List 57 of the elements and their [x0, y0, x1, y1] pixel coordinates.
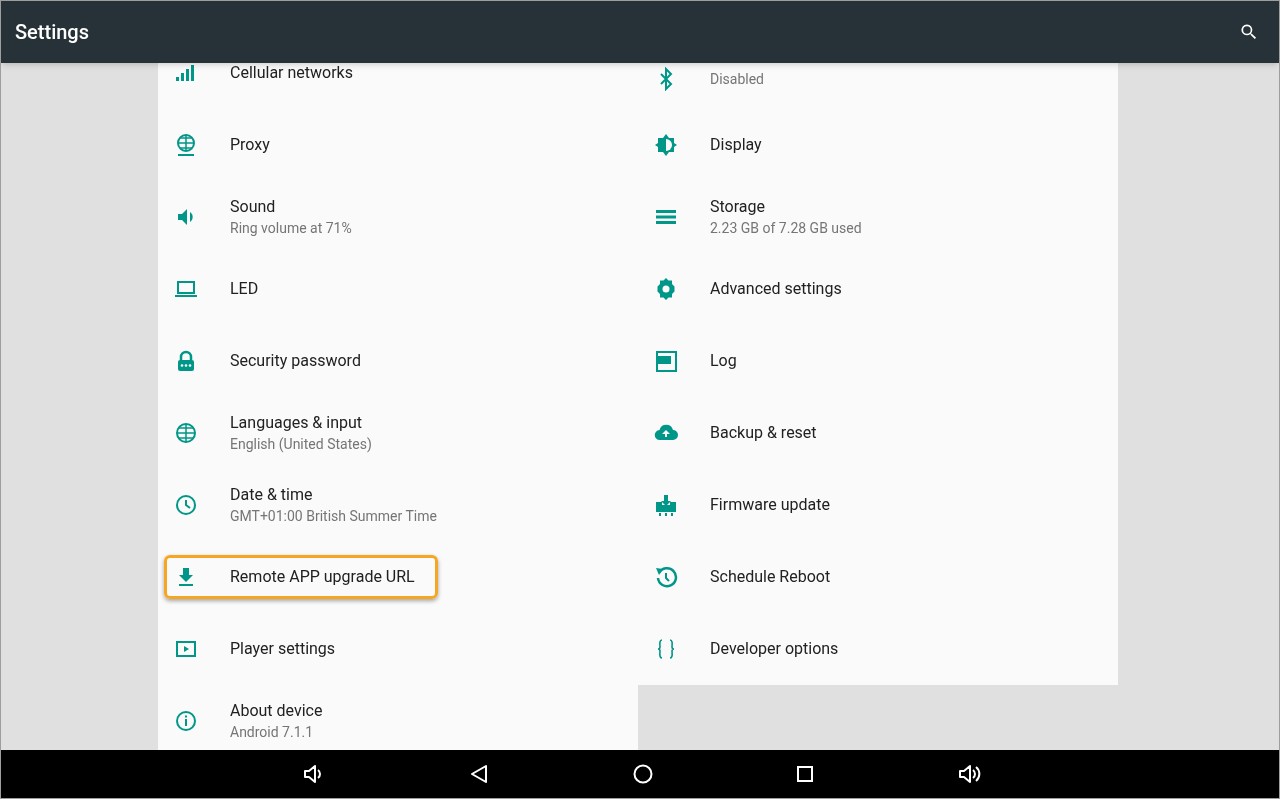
settings-item[interactable]: Schedule Reboot [638, 541, 1118, 613]
settings-item[interactable]: Log [638, 325, 1118, 397]
settings-item[interactable]: Disabled [638, 63, 1118, 109]
item-summary: 2.23 GB of 7.28 GB used [710, 219, 862, 238]
settings-item[interactable]: Advanced settings [638, 253, 1118, 325]
item-title: Firmware update [710, 494, 830, 516]
item-title: Player settings [230, 638, 336, 660]
item-title: Languages & input [230, 412, 364, 434]
settings-item[interactable]: Storage 2.23 GB of 7.28 GB used [638, 181, 1118, 253]
settings-item[interactable]: Cellular networks [158, 63, 638, 109]
item-summary: Disabled [710, 70, 765, 89]
info-icon [174, 709, 198, 733]
item-title: Security password [230, 350, 361, 372]
globe-icon [174, 133, 198, 157]
search-icon[interactable] [1239, 22, 1259, 42]
chip-download-icon [654, 493, 678, 517]
item-summary: Android 7.1.1 [230, 723, 315, 742]
settings-item[interactable]: LED [158, 253, 638, 325]
item-title: Display [710, 134, 762, 156]
item-title: Proxy [230, 134, 270, 156]
settings-item[interactable]: About device Android 7.1.1 [158, 685, 638, 750]
item-title: Date & time [230, 484, 314, 506]
app-title: Settings [15, 19, 89, 46]
settings-item[interactable]: Date & time GMT+01:00 British Summer Time [158, 469, 638, 541]
item-title: Remote APP upgrade URL [230, 566, 415, 588]
item-title: Storage [710, 196, 766, 218]
settings-item[interactable]: Firmware update [638, 469, 1118, 541]
item-title: Developer options [710, 638, 839, 660]
item-title: Advanced settings [710, 278, 842, 300]
item-summary: Ring volume at 71% [230, 219, 352, 238]
brightness-icon [654, 133, 678, 157]
volume-up-icon[interactable] [957, 762, 983, 786]
globe-icon [174, 421, 198, 445]
item-summary: English (United States) [230, 435, 372, 454]
item-title: Cellular networks [230, 63, 353, 84]
settings-item[interactable]: Display [638, 109, 1118, 181]
item-title: LED [230, 278, 259, 300]
clock-icon [174, 493, 198, 517]
settings-item[interactable]: Player settings [158, 613, 638, 685]
settings-item[interactable]: Proxy [158, 109, 638, 181]
item-title: Sound [230, 196, 277, 218]
settings-item[interactable]: Backup & reset [638, 397, 1118, 469]
settings-item[interactable]: Developer options [638, 613, 1118, 685]
settings-item[interactable]: Languages & input English (United States) [158, 397, 638, 469]
item-title: Log [710, 350, 737, 372]
overview-icon[interactable] [797, 766, 813, 782]
item-title: Schedule Reboot [710, 566, 831, 588]
settings-item[interactable]: Remote APP upgrade URL [158, 541, 638, 613]
home-icon[interactable] [633, 764, 653, 784]
settings-item[interactable]: Security password [158, 325, 638, 397]
item-title: Backup & reset [710, 422, 817, 444]
log-file-icon [654, 349, 678, 373]
back-icon[interactable] [469, 764, 489, 784]
item-title: About device [230, 700, 323, 722]
history-clock-icon [654, 565, 678, 589]
settings-item[interactable]: Sound Ring volume at 71% [158, 181, 638, 253]
item-summary: GMT+01:00 British Summer Time [230, 507, 437, 526]
